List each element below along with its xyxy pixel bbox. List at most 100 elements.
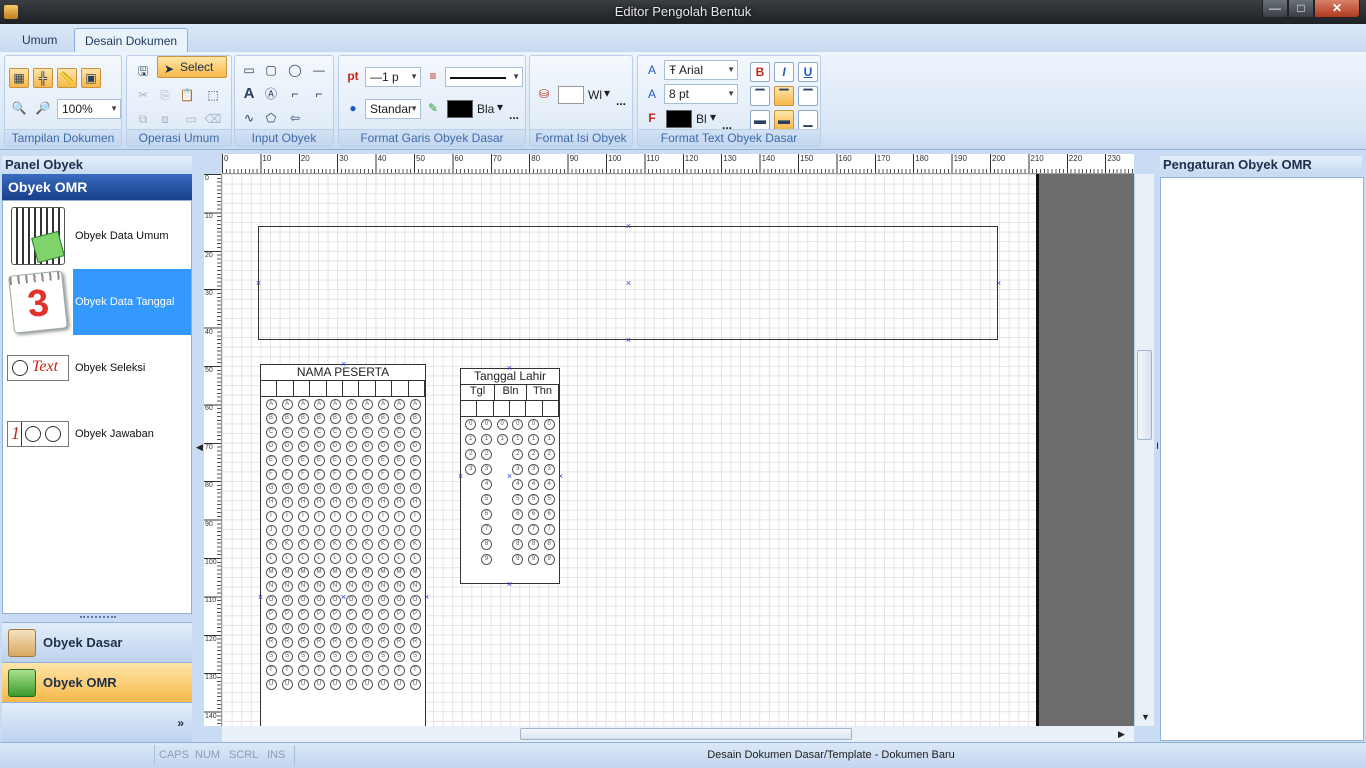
line-more-button[interactable]: ... — [509, 108, 519, 122]
font-color-dropdown[interactable]: ▾ — [710, 110, 716, 124]
omr-bubble: O — [377, 595, 389, 606]
expand-icon[interactable]: » — [177, 703, 184, 743]
resize-handle[interactable]: × — [624, 336, 633, 345]
tab-desain-dokumen[interactable]: Desain Dokumen — [74, 28, 189, 52]
font-size-select[interactable]: 8 pt ▼ — [664, 84, 738, 104]
fill-color-label[interactable]: Wl — [588, 88, 602, 102]
omr-bubble: B — [265, 413, 277, 424]
fill-color-dropdown[interactable]: ▾ — [604, 86, 610, 100]
fill-more-button[interactable]: ... — [616, 94, 626, 108]
align-middle-center-icon[interactable]: ▬ — [774, 110, 794, 130]
document-page[interactable]: × × × × × N A M A P E S E R T A AAAAAAAAAABBBBBBB… — [222, 174, 1036, 726]
omr-bubble: C — [313, 427, 325, 438]
select-all-icon[interactable]: ⬚ — [203, 85, 223, 105]
resize-handle[interactable]: × — [254, 279, 263, 288]
list-item-obyek-seleksi[interactable]: Text Obyek Seleksi — [3, 335, 191, 401]
align-top-center-icon[interactable]: ▔ — [774, 86, 794, 106]
save-icon[interactable]: 🖫 — [133, 61, 153, 81]
tab-umum[interactable]: Umum — [12, 28, 67, 52]
line-width-select[interactable]: —1 p ▼ — [365, 67, 421, 87]
rectangle-icon[interactable]: ▭ — [239, 60, 259, 80]
zoom-in-icon[interactable]: 🔍 — [9, 98, 29, 118]
align-top-right-icon[interactable]: ▔ — [798, 86, 818, 106]
zoom-select[interactable]: 100% ▼ — [57, 99, 121, 119]
ellipse-icon[interactable]: ◯ — [285, 60, 305, 80]
line-icon[interactable]: — — [309, 60, 329, 80]
resize-handle[interactable]: × — [505, 472, 514, 481]
ruler-icon[interactable]: 📏 — [57, 68, 77, 88]
delete-icon[interactable]: ⌫ — [203, 109, 223, 129]
resize-handle[interactable]: × — [456, 472, 465, 481]
vertical-scroll-thumb[interactable] — [1137, 350, 1152, 440]
omr-settings-body[interactable] — [1160, 177, 1364, 741]
snap-grid-icon[interactable]: ╬ — [33, 68, 53, 88]
cut-icon[interactable]: ✂ — [133, 85, 153, 105]
resize-handle[interactable]: × — [624, 222, 633, 231]
close-button[interactable]: ✕ — [1314, 0, 1360, 18]
collapse-left-icon[interactable]: ◀ — [196, 442, 203, 453]
panel-splitter[interactable] — [80, 616, 116, 620]
list-item-obyek-data-tanggal[interactable]: 3 Obyek Data Tanggal — [3, 269, 191, 335]
resize-handle[interactable]: × — [994, 279, 1003, 288]
scroll-down-icon[interactable]: ▼ — [1141, 712, 1150, 722]
text-icon[interactable]: A — [239, 84, 259, 104]
align-top-left-icon[interactable]: ▔ — [750, 86, 770, 106]
polyline-icon[interactable]: ⌐ — [285, 84, 305, 104]
line-dash-select[interactable]: ▼ — [445, 67, 523, 87]
nav-obyek-omr[interactable]: Obyek OMR — [2, 662, 192, 702]
horizontal-scrollbar[interactable]: ▶ — [222, 726, 1134, 742]
line-color-dropdown[interactable]: ▾ — [497, 100, 503, 114]
eraser-icon[interactable]: ▭ — [181, 109, 201, 129]
ruler-label: 40 — [205, 328, 213, 336]
font-name-select[interactable]: Ŧ Arial ▼ — [664, 60, 738, 80]
align-middle-left-icon[interactable]: ▬ — [750, 110, 770, 130]
group-icon[interactable]: ⧉ — [133, 109, 153, 129]
resize-handle[interactable]: × — [624, 279, 633, 288]
line-color-swatch[interactable] — [447, 100, 473, 118]
name-box — [327, 381, 344, 396]
image-icon[interactable]: ▣ — [81, 68, 101, 88]
font-color-label[interactable]: Bl — [696, 112, 707, 126]
polygon-icon[interactable]: ⬠ — [261, 108, 281, 128]
font-color-swatch[interactable] — [666, 110, 692, 128]
resize-handle[interactable]: × — [505, 580, 514, 589]
resize-handle[interactable]: × — [422, 593, 431, 602]
italic-button[interactable]: I — [774, 62, 794, 82]
line-style-select[interactable]: Standar ▼ — [365, 99, 421, 119]
ungroup-icon[interactable]: ⧈ — [155, 109, 175, 129]
omr-bubble: L — [345, 553, 357, 564]
arrow-shape-icon[interactable]: ⇦ — [285, 108, 305, 128]
ruler-label: 190 — [953, 154, 967, 163]
maximize-button[interactable]: □ — [1288, 0, 1314, 18]
vertical-scrollbar[interactable]: ▼ ▶ — [1134, 174, 1164, 726]
align-bottom-icon[interactable]: ▁ — [798, 110, 818, 130]
rounded-rect-icon[interactable]: ▢ — [261, 60, 281, 80]
line-color-label[interactable]: Bla — [477, 102, 494, 116]
minimize-button[interactable]: — — [1262, 0, 1288, 18]
nav-obyek-dasar[interactable]: Obyek Dasar — [2, 622, 192, 662]
connector-icon[interactable]: ⌐ — [309, 84, 329, 104]
resize-handle[interactable]: × — [339, 593, 348, 602]
list-item-obyek-jawaban[interactable]: 1 Obyek Jawaban — [3, 401, 191, 467]
omr-bubble: P — [265, 609, 277, 620]
resize-handle[interactable]: × — [556, 472, 565, 481]
resize-handle[interactable]: × — [256, 593, 265, 602]
curve-icon[interactable]: ∿ — [239, 108, 259, 128]
scroll-right-icon[interactable]: ▶ — [1118, 729, 1125, 740]
omr-section-header[interactable]: Obyek OMR — [2, 174, 192, 200]
underline-button[interactable]: U — [798, 62, 818, 82]
copy-icon[interactable]: ⎘ — [155, 85, 175, 105]
list-item-obyek-data-umum[interactable]: Obyek Data Umum — [3, 203, 191, 269]
textbox-icon[interactable]: Ⓐ — [261, 84, 281, 104]
omr-object-list: Obyek Data Umum 3 Obyek Data Tanggal Tex… — [2, 200, 192, 614]
bold-button[interactable]: B — [750, 62, 770, 82]
resize-handle[interactable]: × — [505, 364, 514, 373]
zoom-out-icon[interactable]: 🔎 — [33, 98, 53, 118]
select-tool-button[interactable]: ➤ Select — [157, 56, 227, 78]
horizontal-scroll-thumb[interactable] — [520, 728, 852, 740]
grid-icon[interactable]: ▦ — [9, 68, 29, 88]
resize-handle[interactable]: × — [339, 360, 348, 369]
paste-icon[interactable]: 📋 — [177, 85, 197, 105]
omr-name-block[interactable]: N A M A P E S E R T A AAAAAAAAAABBBBBBBBBBCCCCCCC… — [260, 364, 426, 726]
fill-color-swatch[interactable] — [558, 86, 584, 104]
